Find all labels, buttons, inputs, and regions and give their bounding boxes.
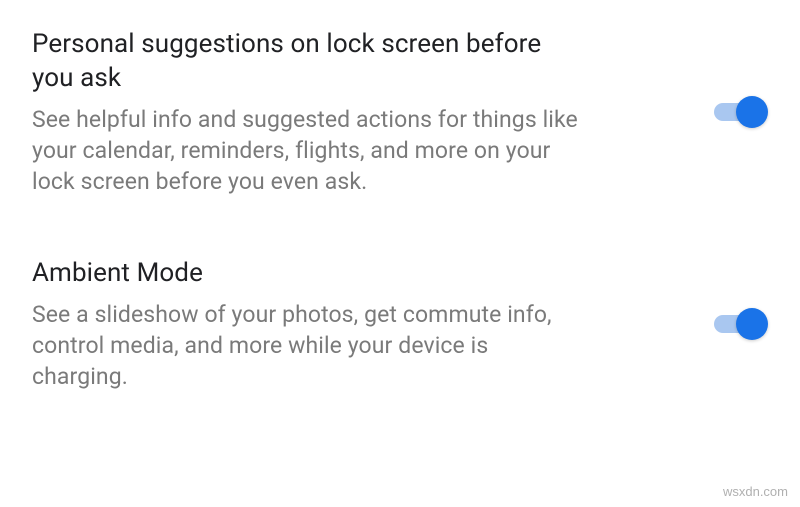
setting-title: Ambient Mode (32, 257, 582, 291)
watermark-text: wsxdn.com (723, 484, 788, 499)
toggle-ambient-mode[interactable] (714, 308, 768, 340)
setting-description: See a slideshow of your photos, get comm… (32, 299, 582, 392)
toggle-personal-suggestions[interactable] (714, 96, 768, 128)
setting-personal-suggestions: Personal suggestions on lock screen befo… (32, 28, 768, 197)
toggle-thumb (736, 96, 768, 128)
settings-list: Personal suggestions on lock screen befo… (0, 0, 800, 480)
setting-ambient-mode: Ambient Mode See a slideshow of your pho… (32, 257, 768, 392)
toggle-wrapper (714, 308, 768, 340)
setting-description: See helpful info and suggested actions f… (32, 104, 582, 197)
setting-title: Personal suggestions on lock screen befo… (32, 28, 582, 96)
toggle-wrapper (714, 96, 768, 128)
setting-text-block: Personal suggestions on lock screen befo… (32, 28, 622, 197)
toggle-thumb (736, 308, 768, 340)
setting-text-block: Ambient Mode See a slideshow of your pho… (32, 257, 622, 392)
